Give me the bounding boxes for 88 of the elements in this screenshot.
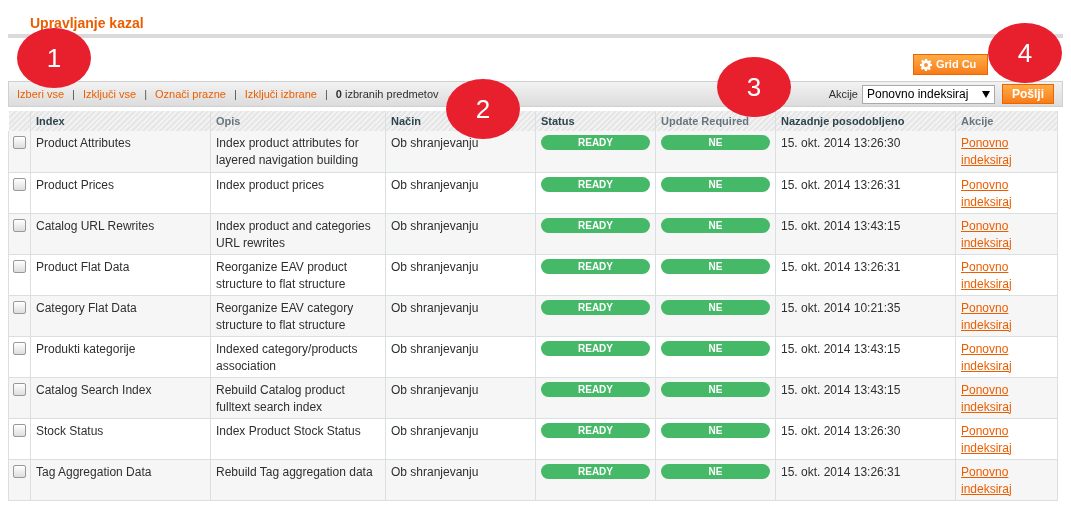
table-cell: Index product attributes for layered navigation building	[210, 131, 386, 172]
selected-count: 0 izbranih predmetov	[335, 86, 439, 102]
table-cell: Tag Aggregation Data	[30, 459, 211, 500]
reindex-link[interactable]: Ponovno indeksiraj	[961, 463, 1023, 498]
reindex-link[interactable]: Ponovno indeksiraj	[961, 422, 1023, 457]
row-checkbox[interactable]	[13, 218, 26, 232]
status-badge: READY	[541, 381, 650, 397]
reindex-link[interactable]: Ponovno indeksiraj	[961, 176, 1023, 211]
massaction-link[interactable]: Izključi izbrane	[244, 85, 317, 103]
table-cell: Ob shranjevanju	[385, 418, 536, 459]
table-cell: Ob shranjevanju	[385, 459, 536, 500]
grid-customization-button[interactable]: Grid Cu	[913, 54, 988, 75]
row-checkbox[interactable]	[13, 259, 26, 273]
table-cell: Product Flat Data	[30, 254, 211, 295]
table-cell: 15. okt. 2014 13:26:30	[775, 418, 956, 459]
table-cell: Ob shranjevanju	[385, 213, 536, 254]
table-cell: Ob shranjevanju	[385, 336, 536, 377]
update-required-badge: NE	[661, 422, 770, 438]
separator: |	[233, 86, 237, 102]
row-checkbox[interactable]	[13, 136, 26, 149]
table-cell: Catalog URL Rewrites	[30, 213, 211, 254]
table-cell: Reorganize EAV product structure to flat structure	[210, 254, 386, 295]
row-checkbox[interactable]	[13, 177, 26, 191]
massaction-link[interactable]: Označi prazne	[155, 85, 226, 103]
table-cell: Index product prices	[210, 172, 386, 213]
callout-marker: 3	[717, 57, 791, 117]
gear-icon	[920, 58, 932, 71]
submit-button[interactable]: Pošlji	[1002, 84, 1054, 104]
table-cell: 15. okt. 2014 13:26:31	[775, 254, 956, 295]
status-badge: READY	[541, 463, 650, 479]
status-badge: READY	[541, 340, 650, 356]
actions-label: Akcije	[828, 86, 858, 102]
table-cell: Index product and categories URL rewrites	[210, 213, 386, 254]
massaction-link[interactable]: Izključi vse	[82, 85, 137, 103]
table-cell: 15. okt. 2014 13:43:15	[775, 213, 956, 254]
table-cell: Index Product Stock Status	[210, 418, 386, 459]
row-checkbox[interactable]	[13, 300, 26, 314]
update-required-badge: NE	[661, 135, 770, 150]
update-required-badge: NE	[661, 381, 770, 397]
table-cell: Catalog Search Index	[30, 377, 211, 418]
update-required-badge: NE	[661, 299, 770, 315]
table-cell: Ob shranjevanju	[385, 377, 536, 418]
table-cell: Reorganize EAV category structure to flat structure	[210, 295, 386, 336]
table-cell: Product Prices	[30, 172, 211, 213]
status-badge: READY	[541, 176, 650, 192]
callout-marker: 4	[988, 23, 1062, 83]
table-cell: Rebuild Catalog product fulltext search index	[210, 377, 386, 418]
row-checkbox[interactable]	[13, 423, 26, 437]
row-checkbox[interactable]	[13, 341, 26, 355]
reindex-link[interactable]: Ponovno indeksiraj	[961, 381, 1023, 416]
table-cell: Ob shranjevanju	[385, 295, 536, 336]
separator: |	[72, 86, 75, 102]
table-cell: 15. okt. 2014 10:21:35	[775, 295, 956, 336]
update-required-badge: NE	[661, 258, 770, 274]
table-cell: Rebuild Tag aggregation data	[210, 459, 386, 500]
update-required-badge: NE	[661, 217, 770, 233]
separator: |	[324, 86, 328, 102]
table-cell: Stock Status	[30, 418, 211, 459]
actions-select[interactable]: Ponovno indeksiraj	[862, 84, 995, 104]
reindex-link[interactable]: Ponovno indeksiraj	[961, 299, 1023, 334]
row-checkbox[interactable]	[13, 464, 26, 478]
status-badge: READY	[541, 422, 650, 438]
reindex-link[interactable]: Ponovno indeksiraj	[961, 340, 1023, 375]
row-checkbox[interactable]	[13, 382, 26, 396]
update-required-badge: NE	[661, 176, 770, 192]
table-cell: Ob shranjevanju	[385, 172, 536, 213]
reindex-link[interactable]: Ponovno indeksiraj	[961, 258, 1023, 293]
table-cell: 15. okt. 2014 13:26:30	[775, 131, 956, 172]
reindex-link[interactable]: Ponovno indeksiraj	[961, 217, 1023, 252]
massaction-link[interactable]: Izberi vse	[17, 85, 65, 103]
status-badge: READY	[541, 258, 650, 274]
table-cell: Indexed category/products association	[210, 336, 386, 377]
table-cell: 15. okt. 2014 13:43:15	[775, 336, 956, 377]
table-cell: 15. okt. 2014 13:26:31	[775, 172, 956, 213]
separator: |	[144, 86, 147, 102]
update-required-badge: NE	[661, 463, 770, 479]
update-required-badge: NE	[661, 340, 770, 356]
table-cell: 15. okt. 2014 13:26:31	[775, 459, 956, 500]
status-badge: READY	[541, 217, 650, 233]
dropdown-caret-icon	[982, 90, 990, 98]
table-cell: Product Attributes	[30, 131, 211, 172]
table-cell: 15. okt. 2014 13:43:15	[775, 377, 956, 418]
status-badge: READY	[541, 135, 650, 150]
table-cell: Ob shranjevanju	[385, 254, 536, 295]
status-badge: READY	[541, 299, 650, 315]
table-cell: Category Flat Data	[30, 295, 211, 336]
table-cell: Produkti kategorije	[30, 336, 211, 377]
reindex-link[interactable]: Ponovno indeksiraj	[961, 135, 1023, 169]
